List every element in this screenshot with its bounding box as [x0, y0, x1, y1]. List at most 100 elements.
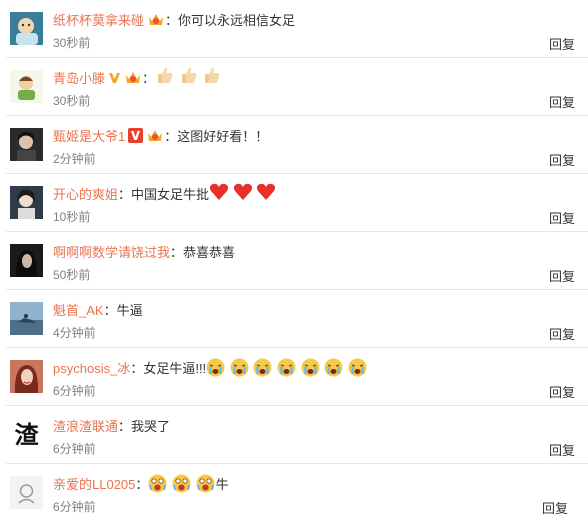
avatar[interactable] — [10, 128, 43, 161]
avatar[interactable]: 渣 — [10, 418, 43, 451]
colon: ： — [103, 302, 117, 318]
crying-face-icon — [253, 358, 272, 376]
comment-line: 亲爱的LL0205 ： 牛 — [53, 473, 229, 493]
shocked-emoji-group — [148, 474, 215, 493]
crying-face-icon — [206, 358, 225, 376]
timestamp: 2分钟前 — [53, 152, 96, 166]
avatar-image: 渣 — [10, 418, 43, 451]
comment-line: 啊啊啊数学请饶过我 ： 恭喜恭喜 — [53, 241, 235, 261]
colon: ： — [135, 476, 149, 492]
avatar[interactable] — [10, 360, 43, 393]
timestamp: 4分钟前 — [53, 326, 96, 340]
shocked-face-icon — [148, 474, 167, 492]
heart-emoji-group — [209, 183, 276, 204]
comment-list: 纸杯杯莫拿来碰 ： 你可以永远相信女足 30秒前 回复 青岛小滕 ： 30秒前 … — [0, 0, 588, 521]
avatar-image — [10, 70, 43, 103]
timestamp: 6分钟前 — [53, 384, 96, 398]
reply-button[interactable]: 回复 — [549, 208, 575, 227]
comment-text: 这图好好看！！ — [177, 128, 269, 144]
comment-line: 开心的爽姐 ： 中国女足牛批 — [53, 183, 276, 203]
avatar[interactable] — [10, 476, 43, 509]
avatar-image — [10, 186, 43, 219]
commenter-name[interactable]: 纸杯杯莫拿来碰 — [53, 10, 144, 29]
commenter-name[interactable]: 魁首_AK — [53, 300, 104, 319]
avatar[interactable] — [10, 244, 43, 277]
shocked-face-icon — [196, 474, 215, 492]
avatar[interactable] — [10, 302, 43, 335]
comment-text: 牛 — [215, 476, 229, 492]
comment-line: 渣浪渣联通 ： 我哭了 — [53, 415, 170, 435]
timestamp: 30秒前 — [53, 94, 91, 108]
timestamp: 50秒前 — [53, 268, 91, 282]
comment-text: 女足牛逼!!! — [143, 360, 207, 376]
avatar-image — [10, 360, 43, 393]
comment-text: 中国女足牛批 — [131, 186, 210, 202]
comment-line: 纸杯杯莫拿来碰 ： 你可以永远相信女足 — [53, 9, 295, 29]
avatar-image — [10, 12, 43, 45]
crying-face-icon — [301, 358, 320, 376]
comment-text: 我哭了 — [131, 418, 171, 434]
thumbs-up-icon — [181, 67, 196, 83]
fan-badge-icon — [148, 130, 163, 141]
colon: ： — [164, 128, 178, 144]
reply-button[interactable]: 回复 — [549, 382, 575, 401]
comment-text: 你可以永远相信女足 — [178, 12, 296, 28]
thumbs-up-icon — [205, 67, 220, 83]
reply-button[interactable]: 回复 — [549, 266, 575, 285]
reply-button[interactable]: 回复 — [549, 150, 575, 169]
timestamp: 10秒前 — [53, 210, 91, 224]
avatar[interactable] — [10, 12, 43, 45]
avatar[interactable] — [10, 186, 43, 219]
crying-face-icon — [277, 358, 296, 376]
reply-button[interactable]: 回复 — [549, 324, 575, 343]
shocked-face-icon — [172, 474, 191, 492]
reply-button[interactable]: 回复 — [549, 34, 575, 53]
avatar-image — [10, 128, 43, 161]
commenter-name[interactable]: 甄姬是大爷1 — [53, 126, 125, 145]
commenter-name[interactable]: 青岛小滕 — [53, 68, 105, 87]
comment-item: 甄姬是大爷1 ： 这图好好看！！ 2分钟前 回复 — [0, 116, 588, 174]
comment-line: psychosis_冰 ： 女足牛逼!!! — [53, 357, 368, 377]
comment-item: 开心的爽姐 ： 中国女足牛批 10秒前 回复 — [0, 174, 588, 232]
verified-v-icon — [128, 127, 144, 143]
avatar-image — [10, 476, 43, 509]
commenter-name[interactable]: 渣浪渣联通 — [53, 416, 118, 435]
timestamp: 6分钟前 — [53, 442, 96, 456]
avatar-image — [10, 244, 43, 277]
comment-item: 魁首_AK ： 牛逼 4分钟前 回复 — [0, 290, 588, 348]
reply-button[interactable]: 回复 — [542, 498, 568, 517]
comment-item: 渣 渣浪渣联通 ： 我哭了 6分钟前 回复 — [0, 406, 588, 464]
crying-face-icon — [230, 358, 249, 376]
heart-icon — [209, 183, 229, 200]
avatar-glyph: 渣 — [15, 421, 40, 449]
comment-line: 魁首_AK ： 牛逼 — [53, 299, 143, 319]
crying-emoji-group — [206, 358, 368, 377]
colon: ： — [165, 12, 179, 28]
commenter-name[interactable]: 亲爱的LL0205 — [53, 474, 135, 493]
fan-badge-icon — [149, 14, 164, 25]
comment-line: 甄姬是大爷1 ： 这图好好看！！ — [53, 125, 268, 145]
commenter-name[interactable]: 啊啊啊数学请饶过我 — [53, 242, 170, 261]
comment-item: 啊啊啊数学请饶过我 ： 恭喜恭喜 50秒前 回复 — [0, 232, 588, 290]
fan-badge-icon — [126, 72, 141, 83]
heart-icon — [233, 183, 252, 200]
comment-text: 恭喜恭喜 — [183, 244, 236, 260]
reply-button[interactable]: 回复 — [549, 92, 575, 111]
crying-face-icon — [348, 358, 367, 376]
crying-face-icon — [324, 358, 343, 376]
thumbs-up-emoji-group — [155, 66, 222, 88]
timestamp: 30秒前 — [53, 36, 91, 50]
heart-icon — [257, 183, 276, 200]
colon: ： — [170, 244, 184, 260]
comment-line: 青岛小滕 ： — [53, 67, 222, 87]
reply-button[interactable]: 回复 — [549, 440, 575, 459]
avatar[interactable] — [10, 70, 43, 103]
avatar-image — [10, 302, 43, 335]
thumbs-up-icon — [158, 67, 173, 83]
comment-item: psychosis_冰 ： 女足牛逼!!! 6分钟前 回复 — [0, 348, 588, 406]
commenter-name[interactable]: psychosis_冰 — [53, 358, 130, 377]
commenter-name[interactable]: 开心的爽姐 — [53, 184, 118, 203]
colon: ： — [118, 418, 132, 434]
comment-item: 青岛小滕 ： 30秒前 回复 — [0, 58, 588, 116]
vip-v-icon — [109, 72, 121, 83]
